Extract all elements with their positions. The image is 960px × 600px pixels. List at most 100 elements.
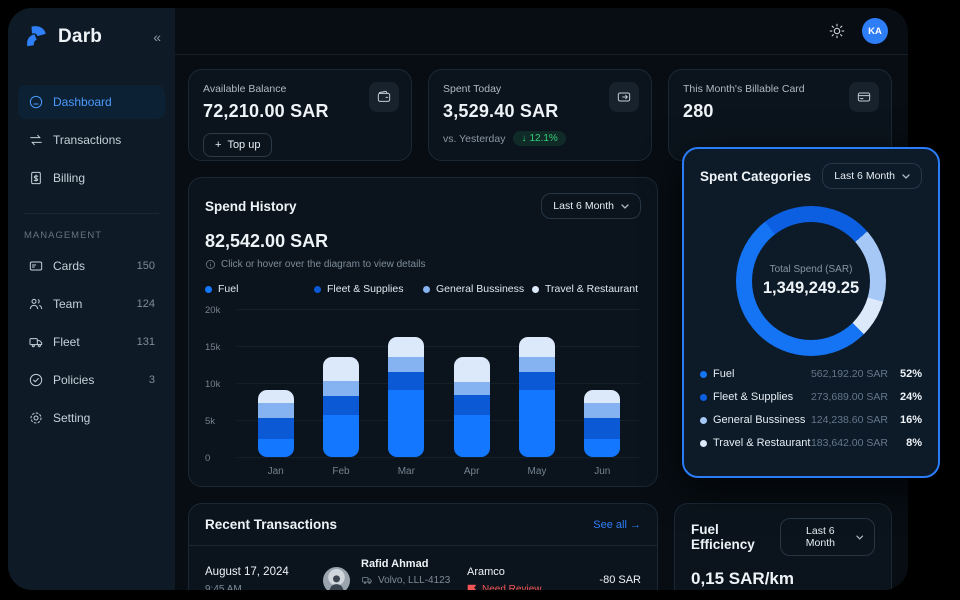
chevron-down-icon [621, 204, 629, 209]
wallet-icon [369, 82, 399, 112]
driver-avatar [323, 567, 350, 591]
sidebar-nav: Dashboard Transactions Billing [8, 85, 175, 199]
team-icon [28, 296, 44, 312]
bottom-row: Recent Transactions See all → August 17,… [188, 503, 892, 590]
bar-apr[interactable] [454, 357, 490, 457]
stat-value: 3,529.40 SAR [443, 101, 637, 122]
spent-categories-card[interactable]: Spent Categories Last 6 Month Total Spen… [682, 147, 940, 478]
fuel-efficiency-card: Fuel Efficiency Last 6 Month 0,15 SAR/km… [674, 503, 892, 590]
fuel-efficiency-title: Fuel Efficiency [691, 522, 780, 552]
fleet-icon [28, 334, 44, 350]
x-axis-labels: JanFebMarAprMayJun [237, 466, 641, 477]
user-avatar[interactable]: KA [862, 18, 888, 44]
stat-label: This Month's Billable Card [683, 83, 877, 95]
stat-value: 280 [683, 101, 877, 122]
spend-history-hint: Click or hover over the diagram to view … [205, 259, 641, 270]
spend-card-icon [609, 82, 639, 112]
transactions-icon [28, 132, 44, 148]
spend-history-card: Spend History Last 6 Month 82,542.00 SAR… [188, 177, 658, 487]
sidebar-item-transactions[interactable]: Transactions [18, 123, 165, 157]
recent-transactions-card: Recent Transactions See all → August 17,… [188, 503, 658, 590]
legend-item: Travel & Restaurant [532, 283, 641, 295]
transaction-datetime: August 17, 2024 9:45 AM [205, 566, 323, 591]
sidebar-item-count: 150 [137, 260, 155, 272]
delta-badge: ↓12.1% [513, 131, 565, 146]
period-select[interactable]: Last 6 Month [780, 518, 875, 556]
sidebar-item-dashboard[interactable]: Dashboard [18, 85, 165, 119]
arrow-down-icon: ↓ [521, 133, 526, 144]
sidebar-item-fleet[interactable]: Fleet 131 [18, 325, 165, 359]
bar-jan[interactable] [258, 390, 294, 457]
see-all-link[interactable]: See all → [593, 519, 641, 531]
transactions-title: Recent Transactions [205, 517, 337, 532]
bar-mar[interactable] [388, 337, 424, 457]
sidebar-item-label: Dashboard [53, 95, 112, 109]
stat-label: Spent Today [443, 83, 637, 95]
sidebar-item-billing[interactable]: Billing [18, 161, 165, 195]
bar-jun[interactable] [584, 390, 620, 457]
sidebar: Darb « Dashboard Transactions Billing MA… [8, 8, 175, 590]
bars [237, 309, 641, 457]
sidebar-item-label: Team [53, 297, 82, 311]
sidebar-item-cards[interactable]: Cards 150 [18, 249, 165, 283]
sidebar-item-label: Policies [53, 373, 94, 387]
policies-icon [28, 372, 44, 388]
sidebar-item-label: Fleet [53, 335, 80, 349]
fuel-efficiency-value: 0,15 SAR/km [691, 569, 875, 589]
credit-card-icon [849, 82, 879, 112]
chevron-down-icon [856, 535, 863, 540]
x-tick-label: Jun [584, 466, 620, 477]
transaction-amount: -80 SAR [575, 574, 641, 586]
available-balance-card: Available Balance 72,210.00 SAR +Top up [188, 69, 412, 161]
category-legend: Fuel 562,192.20 SAR 52% Fleet & Supplies… [700, 368, 922, 449]
sidebar-item-label: Billing [53, 171, 85, 185]
category-row: General Bussiness 124,238.60 SAR 16% [700, 414, 922, 426]
sidebar-item-setting[interactable]: Setting [18, 401, 165, 435]
legend-item: Fleet & Supplies [314, 283, 423, 295]
x-tick-label: Mar [388, 466, 424, 477]
comparison-row: vs. Yesterday ↓12.1% [443, 131, 637, 146]
legend-dot [700, 394, 707, 401]
spent-categories-title: Spent Categories [700, 169, 811, 184]
spend-history-amount: 82,542.00 SAR [205, 231, 641, 252]
sidebar-item-label: Transactions [53, 133, 121, 147]
category-row: Fleet & Supplies 273,689.00 SAR 24% [700, 391, 922, 403]
period-select[interactable]: Last 6 Month [541, 193, 641, 219]
sidebar-collapse-icon[interactable]: « [153, 29, 161, 45]
sidebar-management-nav: Cards 150 Team 124 Fleet 131 Policies 3 … [8, 249, 175, 439]
sidebar-item-policies[interactable]: Policies 3 [18, 363, 165, 397]
period-select[interactable]: Last 6 Month [822, 163, 922, 189]
legend-dot [205, 286, 212, 293]
transaction-row[interactable]: August 17, 2024 9:45 AM Rafid Ahmad Volv… [189, 546, 657, 590]
plus-icon: + [215, 139, 221, 151]
sidebar-item-label: Cards [53, 259, 85, 273]
theme-toggle-sun-icon[interactable] [828, 22, 846, 40]
driver-info: Rafid Ahmad Volvo, LLL-4123 32,921 km [361, 558, 467, 590]
dashboard-icon [28, 94, 44, 110]
legend-item: Fuel [205, 283, 314, 295]
top-up-button[interactable]: +Top up [203, 133, 272, 157]
x-tick-label: Jan [258, 466, 294, 477]
bar-may[interactable] [519, 337, 555, 457]
cards-icon [28, 258, 44, 274]
stat-label: Available Balance [203, 83, 397, 95]
sidebar-section-label: MANAGEMENT [8, 214, 175, 247]
sidebar-item-team[interactable]: Team 124 [18, 287, 165, 321]
x-tick-label: Apr [454, 466, 490, 477]
bar-feb[interactable] [323, 357, 359, 457]
flag-icon [467, 584, 477, 591]
sidebar-item-label: Setting [53, 411, 90, 425]
stacked-bar-chart: 20k 15k 10k 5k 0 JanFebMarAprMayJun [205, 309, 641, 477]
darb-logo-icon [24, 24, 49, 49]
legend-dot [314, 286, 321, 293]
sidebar-item-count: 124 [137, 298, 155, 310]
spent-today-card: Spent Today 3,529.40 SAR vs. Yesterday ↓… [428, 69, 652, 161]
legend-dot [532, 286, 539, 293]
x-tick-label: May [519, 466, 555, 477]
billing-icon [28, 170, 44, 186]
merchant-info: Aramco Need Review [467, 566, 575, 591]
topbar: KA [175, 8, 908, 55]
comparison-label: vs. Yesterday [443, 133, 505, 145]
donut-center: Total Spend (SAR) 1,349,249.25 [736, 206, 886, 356]
chart-legend: Fuel Fleet & Supplies General Bussiness … [205, 283, 641, 295]
